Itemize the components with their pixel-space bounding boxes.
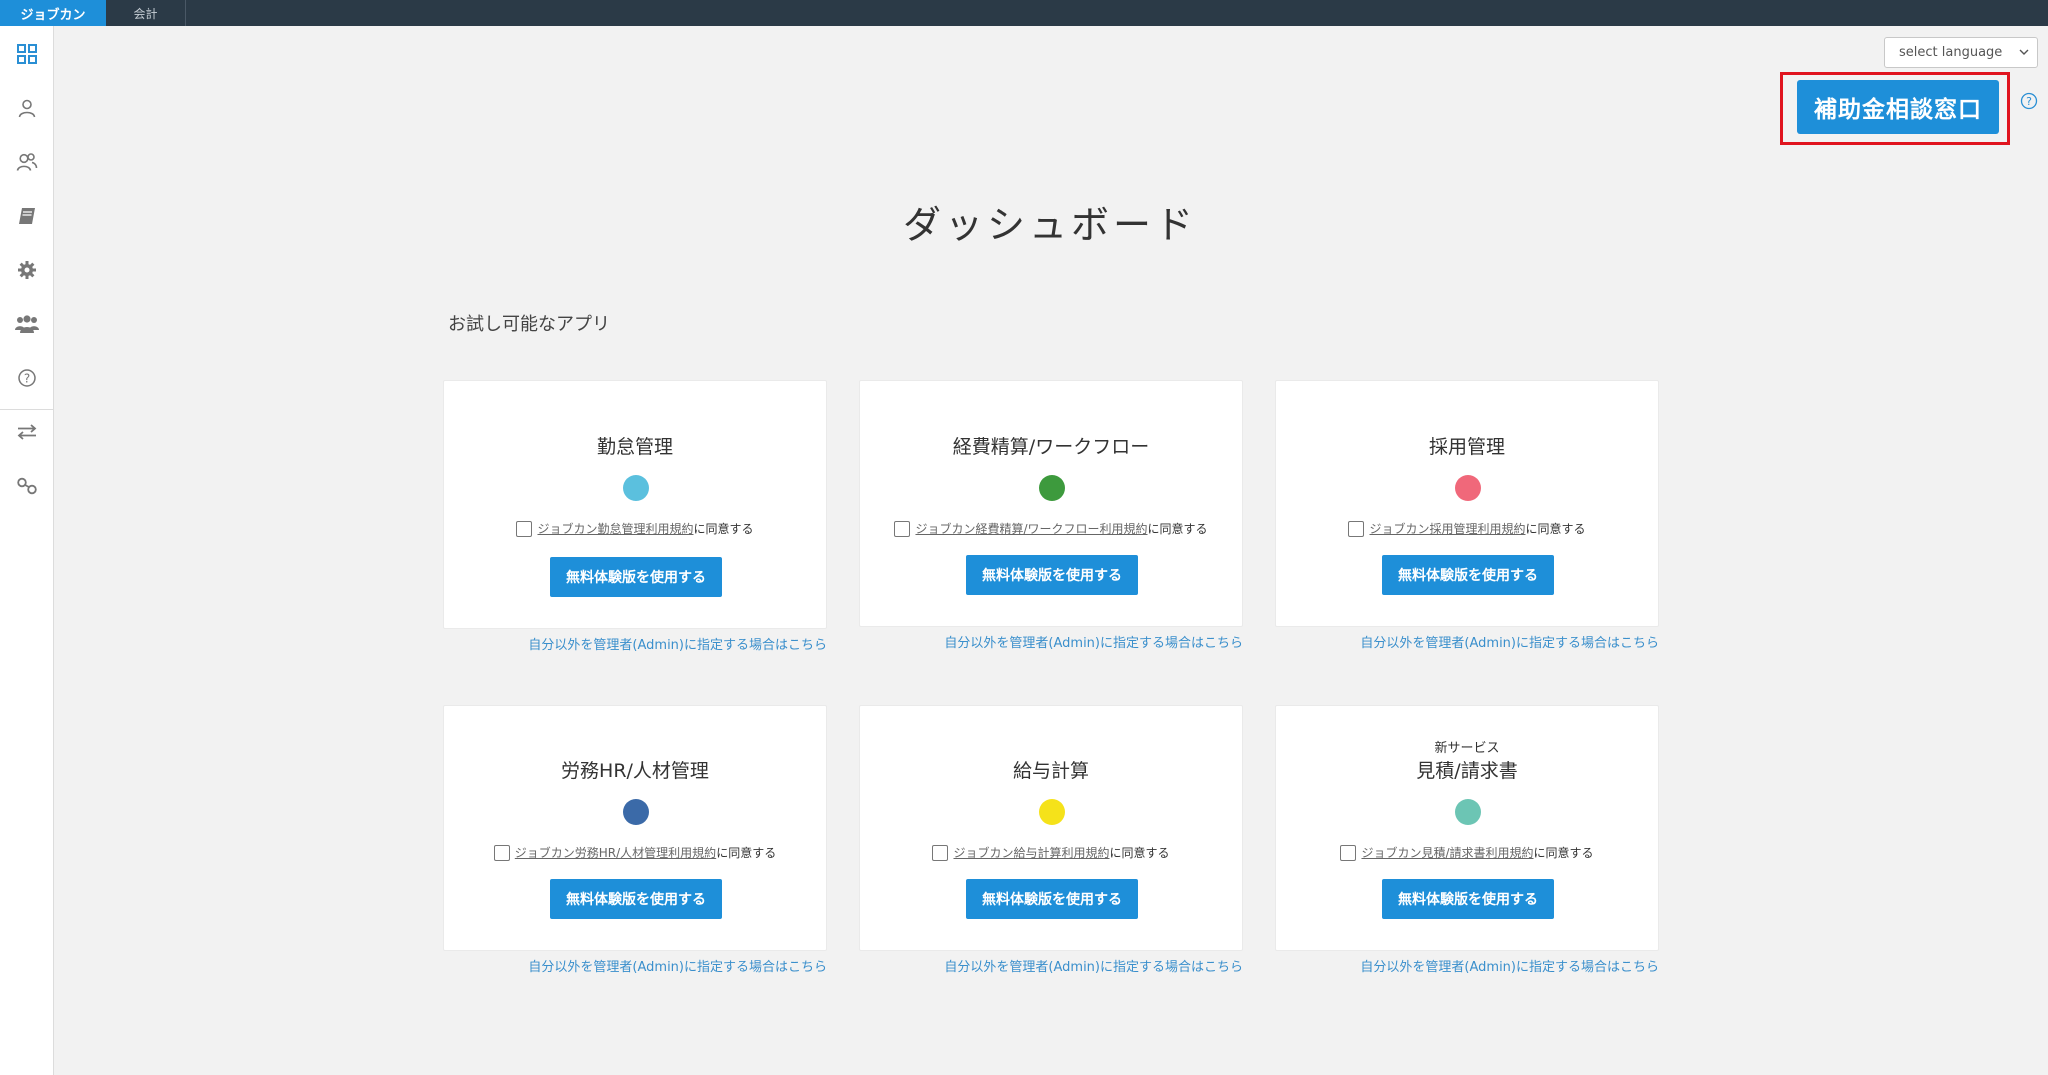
admin-designation-link[interactable]: 自分以外を管理者(Admin)に指定する場合はこちら — [859, 632, 1243, 651]
user-icon — [18, 99, 36, 118]
sidebar-item-users[interactable] — [0, 142, 54, 182]
sidebar-item-transfer[interactable] — [0, 412, 54, 452]
transfer-icon — [17, 424, 37, 440]
agree-suffix: に同意する — [1109, 846, 1170, 860]
terms-link[interactable]: ジョブカン給与計算利用規約 — [953, 844, 1109, 861]
users-icon — [16, 153, 38, 171]
terms-agree-row: ジョブカン採用管理利用規約 に同意する — [1276, 520, 1658, 537]
app-card-expense-workflow: 経費精算/ワークフロー ジョブカン経費精算/ワークフロー利用規約 に同意する 無… — [859, 380, 1243, 627]
card-title: 労務HR/人材管理 — [561, 760, 709, 782]
terms-agree-row: ジョブカン給与計算利用規約 に同意する — [860, 844, 1242, 861]
top-app-bar: ジョブカン 会計 — [0, 0, 2048, 26]
admin-designation-link[interactable]: 自分以外を管理者(Admin)に指定する場合はこちら — [443, 956, 827, 975]
trial-button[interactable]: 無料体験版を使用する — [550, 557, 722, 597]
gear-icon — [18, 261, 36, 279]
terms-checkbox[interactable] — [516, 520, 533, 537]
admin-designation-link[interactable]: 自分以外を管理者(Admin)に指定する場合はこちら — [859, 956, 1243, 975]
terms-agree-row: ジョブカン勤怠管理利用規約 に同意する — [444, 520, 826, 537]
terms-checkbox[interactable] — [1340, 844, 1357, 861]
sidebar: ? — [0, 26, 54, 1075]
app-color-dot — [1039, 475, 1065, 501]
page-title: ダッシュボード — [902, 203, 1197, 247]
agree-suffix: に同意する — [1525, 522, 1586, 536]
svg-text:?: ? — [24, 372, 30, 386]
terms-link[interactable]: ジョブカン経費精算/ワークフロー利用規約 — [915, 520, 1147, 537]
terms-checkbox[interactable] — [932, 844, 949, 861]
sidebar-item-help[interactable]: ? — [0, 358, 54, 398]
chevron-down-icon — [2019, 49, 2029, 55]
sidebar-item-settings[interactable] — [0, 250, 54, 290]
card-title: 採用管理 — [1428, 436, 1505, 458]
help-icon: ? — [18, 369, 36, 387]
trial-button[interactable]: 無料体験版を使用する — [966, 555, 1138, 595]
app-color-dot — [623, 799, 649, 825]
sidebar-item-link[interactable] — [0, 466, 54, 506]
group-icon — [15, 315, 39, 333]
sidebar-divider — [0, 409, 54, 410]
agree-suffix: に同意する — [716, 846, 777, 860]
terms-link[interactable]: ジョブカン労務HR/人材管理利用規約 — [515, 844, 716, 861]
terms-agree-row: ジョブカン見積/請求書利用規約 に同意する — [1276, 844, 1658, 861]
agree-suffix: に同意する — [693, 522, 754, 536]
card-title: 見積/請求書 — [1416, 760, 1518, 782]
card-title: 勤怠管理 — [596, 436, 673, 458]
sidebar-item-group[interactable] — [0, 304, 54, 344]
language-select[interactable]: select language — [1884, 37, 2038, 68]
app-tab-accounting[interactable]: 会計 — [106, 0, 186, 26]
admin-designation-link[interactable]: 自分以外を管理者(Admin)に指定する場合はこちら — [1275, 632, 1659, 651]
app-tab-jobcan[interactable]: ジョブカン — [0, 0, 106, 26]
dashboard-grid-icon — [17, 44, 37, 64]
agree-suffix: に同意する — [1147, 522, 1208, 536]
help-icon[interactable]: ? — [2020, 92, 2038, 110]
terms-agree-row: ジョブカン経費精算/ワークフロー利用規約 に同意する — [860, 520, 1242, 537]
trial-button[interactable]: 無料体験版を使用する — [1382, 879, 1554, 919]
card-title: 経費精算/ワークフロー — [952, 436, 1150, 458]
app-card-recruitment: 採用管理 ジョブカン採用管理利用規約 に同意する 無料体験版を使用する — [1275, 380, 1659, 627]
card-title: 給与計算 — [1012, 760, 1089, 782]
terms-link[interactable]: ジョブカン見積/請求書利用規約 — [1361, 844, 1533, 861]
terms-checkbox[interactable] — [493, 844, 510, 861]
terms-checkbox[interactable] — [1348, 520, 1365, 537]
language-select-value: select language — [1899, 45, 2003, 60]
admin-designation-link[interactable]: 自分以外を管理者(Admin)に指定する場合はこちら — [1275, 956, 1659, 975]
trial-button[interactable]: 無料体験版を使用する — [966, 879, 1138, 919]
sidebar-item-dashboard[interactable] — [0, 34, 54, 74]
app-card-estimate-invoice: 新サービス 見積/請求書 ジョブカン見積/請求書利用規約 に同意する 無料体験版… — [1275, 705, 1659, 951]
admin-designation-link[interactable]: 自分以外を管理者(Admin)に指定する場合はこちら — [443, 634, 827, 653]
terms-link[interactable]: ジョブカン採用管理利用規約 — [1369, 520, 1525, 537]
app-color-dot — [1039, 799, 1065, 825]
trial-button[interactable]: 無料体験版を使用する — [550, 879, 722, 919]
app-card-payroll: 給与計算 ジョブカン給与計算利用規約 に同意する 無料体験版を使用する — [859, 705, 1243, 951]
subsidy-consultation-button[interactable]: 補助金相談窓口 — [1797, 80, 1999, 134]
trial-button[interactable]: 無料体験版を使用する — [1382, 555, 1554, 595]
section-label: お試し可能なアプリ — [448, 314, 610, 335]
agree-suffix: に同意する — [1533, 846, 1594, 860]
app-color-dot — [623, 475, 649, 501]
terms-link[interactable]: ジョブカン勤怠管理利用規約 — [537, 520, 693, 537]
app-color-dot — [1455, 475, 1481, 501]
new-service-badge: 新サービス — [1434, 741, 1500, 756]
sidebar-item-user[interactable] — [0, 88, 54, 128]
svg-text:?: ? — [2026, 95, 2032, 108]
app-card-labor-hr: 労務HR/人材管理 ジョブカン労務HR/人材管理利用規約 に同意する 無料体験版… — [443, 705, 827, 951]
terms-agree-row: ジョブカン労務HR/人材管理利用規約 に同意する — [444, 844, 826, 861]
terms-checkbox[interactable] — [894, 520, 911, 537]
app-card-attendance: 勤怠管理 ジョブカン勤怠管理利用規約 に同意する 無料体験版を使用する — [443, 380, 827, 629]
app-color-dot — [1455, 799, 1481, 825]
link-icon — [17, 477, 37, 495]
